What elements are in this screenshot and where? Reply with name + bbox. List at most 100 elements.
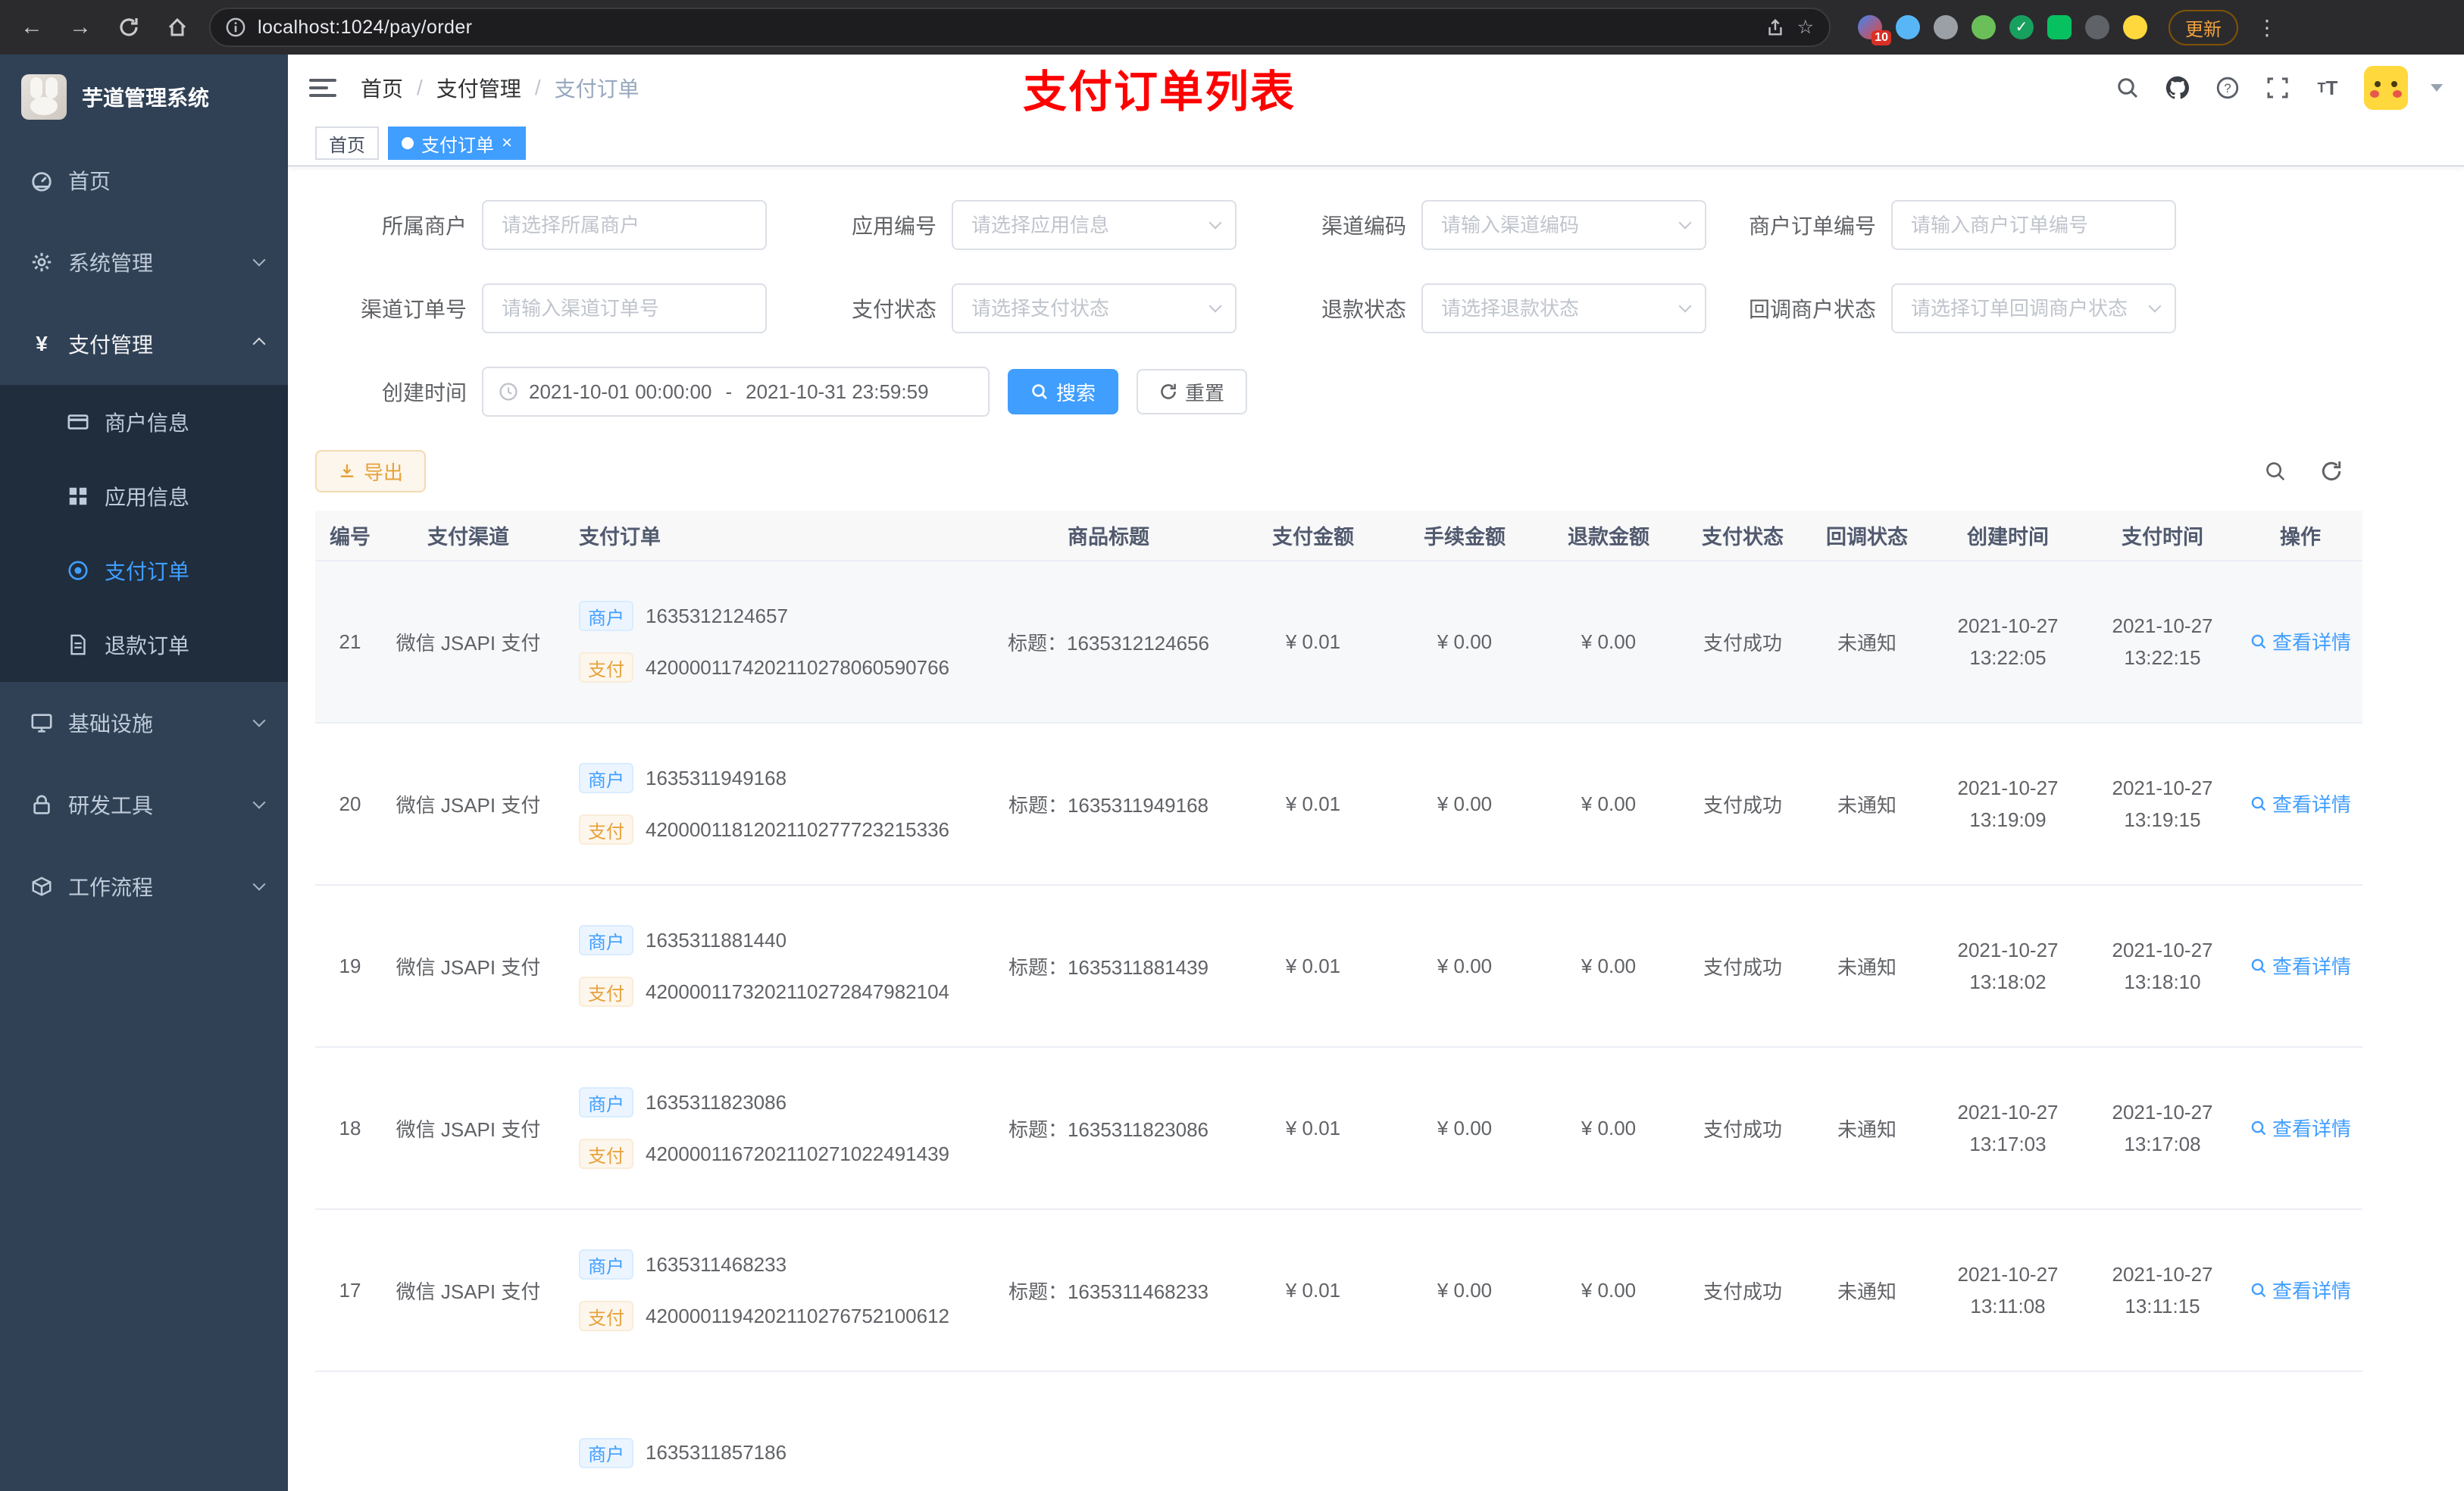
merchant-order-input[interactable] xyxy=(1891,200,2176,250)
user-avatar[interactable] xyxy=(2364,66,2408,110)
create-time: 13:11:08 xyxy=(1970,1295,2046,1318)
extension-icon[interactable]: 10 xyxy=(1858,15,1891,45)
extension-icon[interactable] xyxy=(2085,15,2109,39)
table-row[interactable]: 17 微信 JSAPI 支付 商户 1635311468233 支付 42000… xyxy=(315,1209,2362,1372)
extension-icon[interactable] xyxy=(2047,15,2072,39)
breadcrumb-level1[interactable]: 支付管理 xyxy=(436,73,521,103)
tag-pay-order[interactable]: 支付订单 × xyxy=(388,127,527,160)
browser-window: ← → localhost:1024/pay/order ☆ 10 ✓ 更新 ⋮… xyxy=(0,0,2464,1491)
close-icon[interactable]: × xyxy=(502,134,512,152)
column-header: 手续金额 xyxy=(1393,511,1537,561)
merchant-order-no: 1635312124657 xyxy=(646,604,788,627)
site-info-icon[interactable] xyxy=(226,17,245,37)
merchant-tag: 商户 xyxy=(579,763,633,793)
view-details-link[interactable]: 查看详情 xyxy=(2250,952,2351,980)
url-text[interactable]: localhost:1024/pay/order xyxy=(258,17,1753,39)
breadcrumb-level2: 支付订单 xyxy=(554,77,639,101)
help-icon[interactable]: ? xyxy=(2214,74,2241,102)
extension-icon[interactable] xyxy=(1934,15,1958,39)
table-row[interactable]: 18 微信 JSAPI 支付 商户 1635311823086 支付 42000… xyxy=(315,1047,2362,1210)
lock-icon xyxy=(30,793,53,816)
merchant-order-label: 商户订单编号 xyxy=(1748,214,1876,238)
search-icon[interactable] xyxy=(2114,74,2141,102)
order-id: 17 xyxy=(339,1278,361,1302)
refresh-icon[interactable] xyxy=(2320,460,2343,483)
home-button[interactable] xyxy=(161,17,194,38)
pay-date: 2021-10-27 xyxy=(2112,1263,2213,1286)
extension-icon[interactable] xyxy=(2123,15,2147,39)
sidebar-logo[interactable]: 芋道管理系统 xyxy=(0,55,288,139)
font-size-icon[interactable]: TT xyxy=(2314,74,2341,102)
merchant-tag: 商户 xyxy=(579,1249,633,1280)
back-button[interactable]: ← xyxy=(15,14,48,40)
logo-avatar xyxy=(21,74,67,120)
notify-status: 未通知 xyxy=(1837,1280,1896,1303)
reload-button[interactable] xyxy=(112,17,145,38)
product-title: 标题：1635311823086 xyxy=(1008,1117,1209,1141)
page-content: 所属商户 应用编号 渠道编码 商户订单编号 xyxy=(288,167,2464,1491)
view-details-link[interactable]: 查看详情 xyxy=(2250,1114,2351,1142)
extension-badge: 10 xyxy=(1871,30,1891,45)
sidebar-item-refund-order[interactable]: 退款订单 xyxy=(0,608,288,682)
sidebar-item-merchant-info[interactable]: 商户信息 xyxy=(0,385,288,459)
date-range-picker[interactable]: 2021-10-01 00:00:00 - 2021-10-31 23:59:5… xyxy=(482,367,990,417)
pay-status-select[interactable] xyxy=(952,283,1237,333)
breadcrumb-home[interactable]: 首页 xyxy=(361,73,403,103)
column-header: 退款金额 xyxy=(1537,511,1681,561)
hamburger-icon[interactable] xyxy=(309,79,336,97)
channel-order-input[interactable] xyxy=(482,283,767,333)
chevron-down-icon xyxy=(252,253,266,267)
refund-amount: ¥ 0.00 xyxy=(1581,630,1637,653)
fullscreen-icon[interactable] xyxy=(2264,74,2291,102)
share-icon[interactable] xyxy=(1765,17,1785,37)
toggle-search-icon[interactable] xyxy=(2264,460,2287,483)
forward-button[interactable]: → xyxy=(64,14,97,40)
merchant-order-no: 1635311823086 xyxy=(646,1090,787,1114)
table-row[interactable]: 19 微信 JSAPI 支付 商户 1635311881440 支付 42000… xyxy=(315,885,2362,1048)
owner-input[interactable] xyxy=(482,200,767,250)
view-details-link[interactable]: 查看详情 xyxy=(2250,1276,2351,1304)
pay-tag: 支付 xyxy=(579,1139,633,1169)
view-details-link[interactable]: 查看详情 xyxy=(2250,789,2351,817)
refund-status-select[interactable] xyxy=(1421,283,1706,333)
table-row[interactable]: 商户 1635311857186 xyxy=(315,1371,2362,1491)
avatar-caret-icon[interactable] xyxy=(2431,84,2443,92)
browser-toolbar: ← → localhost:1024/pay/order ☆ 10 ✓ 更新 ⋮ xyxy=(0,0,2464,55)
extension-icon[interactable]: ✓ xyxy=(2009,15,2034,39)
app-no-select[interactable] xyxy=(952,200,1237,250)
merchant-order-no: 1635311857186 xyxy=(646,1441,787,1464)
table-header-row: 编号 支付渠道 支付订单 商品标题 支付金额 手续金额 退款金额 支付状态 回调状态 创建时间 支付… xyxy=(315,511,2362,561)
sidebar-item-workflow[interactable]: 工作流程 xyxy=(0,846,288,927)
sidebar-item-infra[interactable]: 基础设施 xyxy=(0,682,288,764)
pay-amount: ¥ 0.01 xyxy=(1285,630,1341,653)
bookmark-star-icon[interactable]: ☆ xyxy=(1797,16,1814,39)
search-button[interactable]: 搜索 xyxy=(1008,369,1119,414)
sidebar-item-dev-tools[interactable]: 研发工具 xyxy=(0,764,288,846)
refund-status-label: 退款状态 xyxy=(1321,298,1406,321)
sidebar-item-system[interactable]: 系统管理 xyxy=(0,221,288,303)
browser-update-button[interactable]: 更新 xyxy=(2169,9,2238,45)
refund-amount: ¥ 0.00 xyxy=(1581,1278,1637,1302)
table-row[interactable]: 20 微信 JSAPI 支付 商户 1635311949168 支付 42000… xyxy=(315,723,2362,886)
channel-code-select[interactable] xyxy=(1421,200,1706,250)
extension-icon[interactable] xyxy=(1896,15,1920,39)
table-row[interactable]: 21 微信 JSAPI 支付 商户 1635312124657 支付 42000… xyxy=(315,561,2362,724)
browser-menu-icon[interactable]: ⋮ xyxy=(2256,15,2278,40)
pay-status: 支付成功 xyxy=(1703,955,1782,979)
tag-home[interactable]: 首页 xyxy=(315,127,379,160)
address-bar[interactable]: localhost:1024/pay/order ☆ xyxy=(209,8,1831,47)
column-header: 创建时间 xyxy=(1929,511,2087,561)
box-icon xyxy=(30,875,53,898)
reset-button[interactable]: 重置 xyxy=(1137,369,1248,414)
sidebar-item-home[interactable]: 首页 xyxy=(0,139,288,221)
chevron-up-icon xyxy=(252,337,266,351)
sidebar-item-pay[interactable]: ¥ 支付管理 xyxy=(0,303,288,385)
sidebar-item-pay-order[interactable]: 支付订单 xyxy=(0,533,288,608)
export-button[interactable]: 导出 xyxy=(315,450,427,492)
sidebar-item-app-info[interactable]: 应用信息 xyxy=(0,459,288,533)
view-details-link[interactable]: 查看详情 xyxy=(2250,627,2351,655)
callback-status-select[interactable] xyxy=(1891,283,2176,333)
github-icon[interactable] xyxy=(2164,74,2191,102)
extension-icon[interactable] xyxy=(1972,15,1996,39)
fee-amount: ¥ 0.00 xyxy=(1437,792,1493,815)
